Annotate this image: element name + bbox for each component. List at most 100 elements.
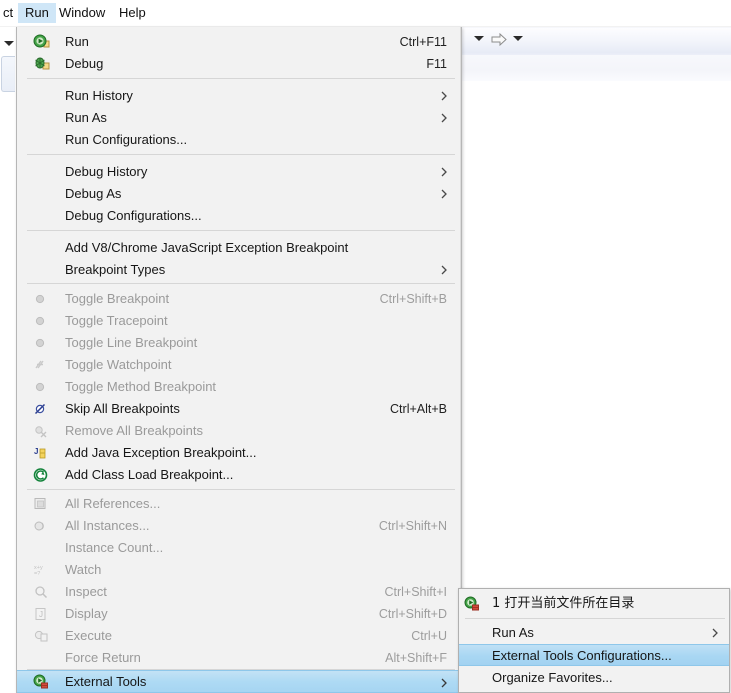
menu-item-label: Run History (65, 88, 133, 103)
menu-item-toggle-tracepoint[interactable]: Toggle Tracepoint (17, 310, 461, 332)
submenu-item-external-tools-configurations[interactable]: External Tools Configurations... (459, 644, 729, 666)
menu-item-label: Run Configurations... (65, 132, 188, 147)
menu-separator (27, 489, 455, 490)
remove-breakpoints-icon (35, 426, 47, 438)
menu-item-accel: Ctrl+U (411, 629, 447, 643)
menu-item-accel: Ctrl+F11 (399, 35, 447, 49)
java-exception-icon: J (34, 447, 46, 459)
menu-item-force-return[interactable]: Force Return Alt+Shift+F (17, 647, 461, 669)
menu-item-label: Toggle Breakpoint (65, 291, 170, 306)
all-instances-icon (34, 521, 44, 531)
menu-item-debug-configurations[interactable]: Debug Configurations... (17, 205, 461, 227)
run-icon (33, 34, 50, 48)
menu-item-instance-count[interactable]: Instance Count... (17, 537, 461, 559)
submenu-item-organize-favorites[interactable]: Organize Favorites... (459, 667, 729, 689)
menu-item-label: All Instances... (65, 518, 150, 533)
menu-item-label: Execute (65, 628, 112, 643)
menu-item-skip-all-breakpoints[interactable]: Skip All Breakpoints Ctrl+Alt+B (17, 398, 461, 420)
menu-item-run-as[interactable]: Run As (17, 107, 461, 129)
menu-item-label: Remove All Breakpoints (65, 423, 204, 438)
external-tools-icon (33, 674, 48, 689)
menu-item-toggle-method-breakpoint[interactable]: Toggle Method Breakpoint (17, 376, 461, 398)
menu-item-toggle-line-breakpoint[interactable]: Toggle Line Breakpoint (17, 332, 461, 354)
breakpoint-icon (35, 382, 45, 392)
toolbar-caret-down-icon-2[interactable] (513, 36, 523, 41)
chevron-right-icon (441, 113, 447, 123)
svg-text:J: J (34, 447, 38, 456)
chevron-right-icon (441, 265, 447, 275)
menu-separator (27, 154, 455, 155)
menu-item-add-java-exception-breakpoint[interactable]: J Add Java Exception Breakpoint... (17, 442, 461, 464)
svg-text:=?: =? (34, 571, 40, 577)
menu-item-all-references[interactable]: All References... (17, 493, 461, 515)
menu-separator (27, 78, 455, 79)
menu-item-accel: Ctrl+Shift+I (384, 585, 447, 599)
all-references-icon (34, 498, 46, 509)
display-icon: J (35, 608, 46, 620)
submenu-item-label: 1 打开当前文件所在目录 (492, 596, 635, 611)
menu-item-breakpoint-types[interactable]: Breakpoint Types (17, 259, 461, 281)
menu-item-debug-history[interactable]: Debug History (17, 161, 461, 183)
menu-item-remove-all-breakpoints[interactable]: Remove All Breakpoints (17, 420, 461, 442)
rail-caret-down-icon[interactable] (4, 41, 14, 46)
menu-item-debug-as[interactable]: Debug As (17, 183, 461, 205)
menu-separator (27, 283, 455, 284)
external-tools-submenu: 1 打开当前文件所在目录 Run As External Tools Confi… (458, 588, 730, 693)
skip-breakpoints-icon (34, 403, 46, 415)
menu-item-accel: F11 (426, 57, 447, 71)
rail-view-tab[interactable] (1, 56, 15, 92)
menubar-item-run[interactable]: Run (18, 3, 56, 23)
inspect-icon (35, 586, 48, 599)
menu-item-display[interactable]: J Display Ctrl+Shift+D (17, 603, 461, 625)
menu-item-label: Skip All Breakpoints (65, 401, 180, 416)
menu-item-add-v8-chrome-js-exception-breakpoint[interactable]: Add V8/Chrome JavaScript Exception Break… (17, 237, 461, 259)
menu-item-run-history[interactable]: Run History (17, 85, 461, 107)
menu-item-run[interactable]: Run Ctrl+F11 (17, 31, 461, 53)
chevron-right-icon (441, 189, 447, 199)
menu-item-add-class-load-breakpoint[interactable]: Add Class Load Breakpoint... (17, 464, 461, 486)
chevron-right-icon (441, 678, 447, 688)
submenu-item-label: External Tools Configurations... (492, 648, 672, 663)
menu-item-label: Debug Configurations... (65, 208, 202, 223)
menu-item-all-instances[interactable]: All Instances... Ctrl+Shift+N (17, 515, 461, 537)
menu-item-label: Inspect (65, 584, 107, 599)
watchpoint-icon (35, 360, 44, 369)
menu-item-label: Debug History (65, 164, 148, 179)
submenu-item-open-current-file-directory[interactable]: 1 打开当前文件所在目录 (459, 593, 729, 615)
menu-item-accel: Ctrl+Alt+B (390, 402, 447, 416)
menu-item-label: Add Class Load Breakpoint... (65, 467, 234, 482)
menu-item-label: Debug (65, 56, 104, 71)
menu-item-label: Instance Count... (65, 540, 164, 555)
left-editor-rail (0, 27, 17, 693)
menu-item-inspect[interactable]: Inspect Ctrl+Shift+I (17, 581, 461, 603)
menu-item-label: Run (65, 34, 89, 49)
menu-item-label: Toggle Watchpoint (65, 357, 172, 372)
svg-text:J: J (39, 610, 43, 619)
menubar-item-window[interactable]: Window (52, 3, 112, 23)
toolbar-caret-down-icon-1[interactable] (474, 36, 484, 41)
breakpoint-icon (35, 316, 45, 326)
menu-item-label: Toggle Line Breakpoint (65, 335, 198, 350)
menu-item-label: External Tools (65, 674, 147, 689)
menu-item-external-tools[interactable]: External Tools (17, 670, 461, 693)
submenu-item-run-as[interactable]: Run As (459, 622, 729, 644)
menu-item-toggle-breakpoint[interactable]: Toggle Breakpoint Ctrl+Shift+B (17, 288, 461, 310)
submenu-item-label: Organize Favorites... (492, 670, 613, 685)
menu-item-watch[interactable]: x+y =? Watch (17, 559, 461, 581)
chevron-right-icon (712, 628, 718, 638)
watch-icon: x+y =? (34, 565, 43, 577)
menu-item-execute[interactable]: Execute Ctrl+U (17, 625, 461, 647)
menu-item-label: Add V8/Chrome JavaScript Exception Break… (65, 240, 349, 255)
menu-item-run-configurations[interactable]: Run Configurations... (17, 129, 461, 151)
menu-item-toggle-watchpoint[interactable]: Toggle Watchpoint (17, 354, 461, 376)
menu-item-label: Run As (65, 110, 107, 125)
menu-item-accel: Alt+Shift+F (385, 651, 447, 665)
menu-item-debug[interactable]: Debug F11 (17, 53, 461, 75)
menu-item-label: All References... (65, 496, 161, 511)
run-menu-dropdown: Run Ctrl+F11 Debug F11 Run History Run A… (16, 27, 462, 693)
execute-icon (34, 630, 48, 642)
menu-item-label: Watch (65, 562, 102, 577)
chevron-right-icon (441, 91, 447, 101)
toolbar-arrow-right-icon[interactable] (491, 33, 507, 46)
menubar-item-help[interactable]: Help (112, 3, 153, 23)
